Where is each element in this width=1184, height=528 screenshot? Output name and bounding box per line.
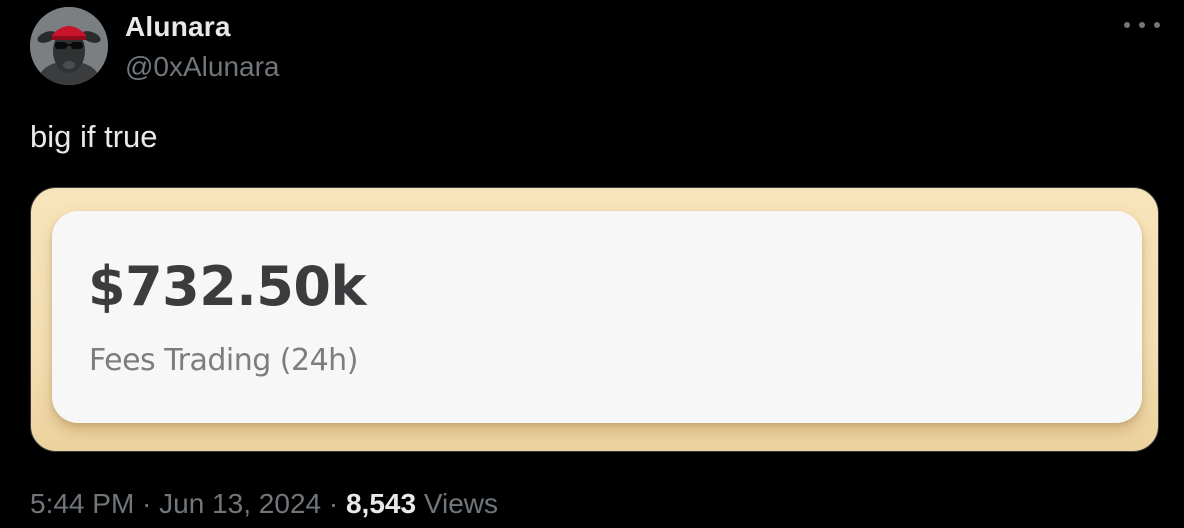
- tweet-metadata: 5:44 PM · Jun 13, 2024 · 8,543 Views: [30, 488, 498, 520]
- more-icon[interactable]: [1124, 14, 1160, 36]
- tweet-media[interactable]: $732.50k Fees Trading (24h): [30, 187, 1159, 452]
- avatar[interactable]: [30, 7, 108, 85]
- tweet-date[interactable]: Jun 13, 2024: [159, 488, 321, 519]
- fees-card: $732.50k Fees Trading (24h): [52, 211, 1142, 423]
- meta-separator: ·: [134, 488, 160, 519]
- more-dot: [1154, 22, 1160, 28]
- author-display-name[interactable]: Alunara: [125, 11, 231, 43]
- more-dot: [1139, 22, 1145, 28]
- fees-value: $732.50k: [88, 255, 366, 318]
- author-handle[interactable]: @0xAlunara: [125, 51, 280, 83]
- views-label: Views: [423, 488, 499, 519]
- tweet-text: big if true: [30, 119, 158, 154]
- tweet-time[interactable]: 5:44 PM: [30, 488, 134, 519]
- more-dot: [1124, 22, 1130, 28]
- views-count: 8,543: [345, 488, 417, 519]
- fees-label: Fees Trading (24h): [89, 343, 358, 378]
- sheep-avatar-icon: [30, 7, 108, 85]
- meta-separator: ·: [321, 488, 346, 519]
